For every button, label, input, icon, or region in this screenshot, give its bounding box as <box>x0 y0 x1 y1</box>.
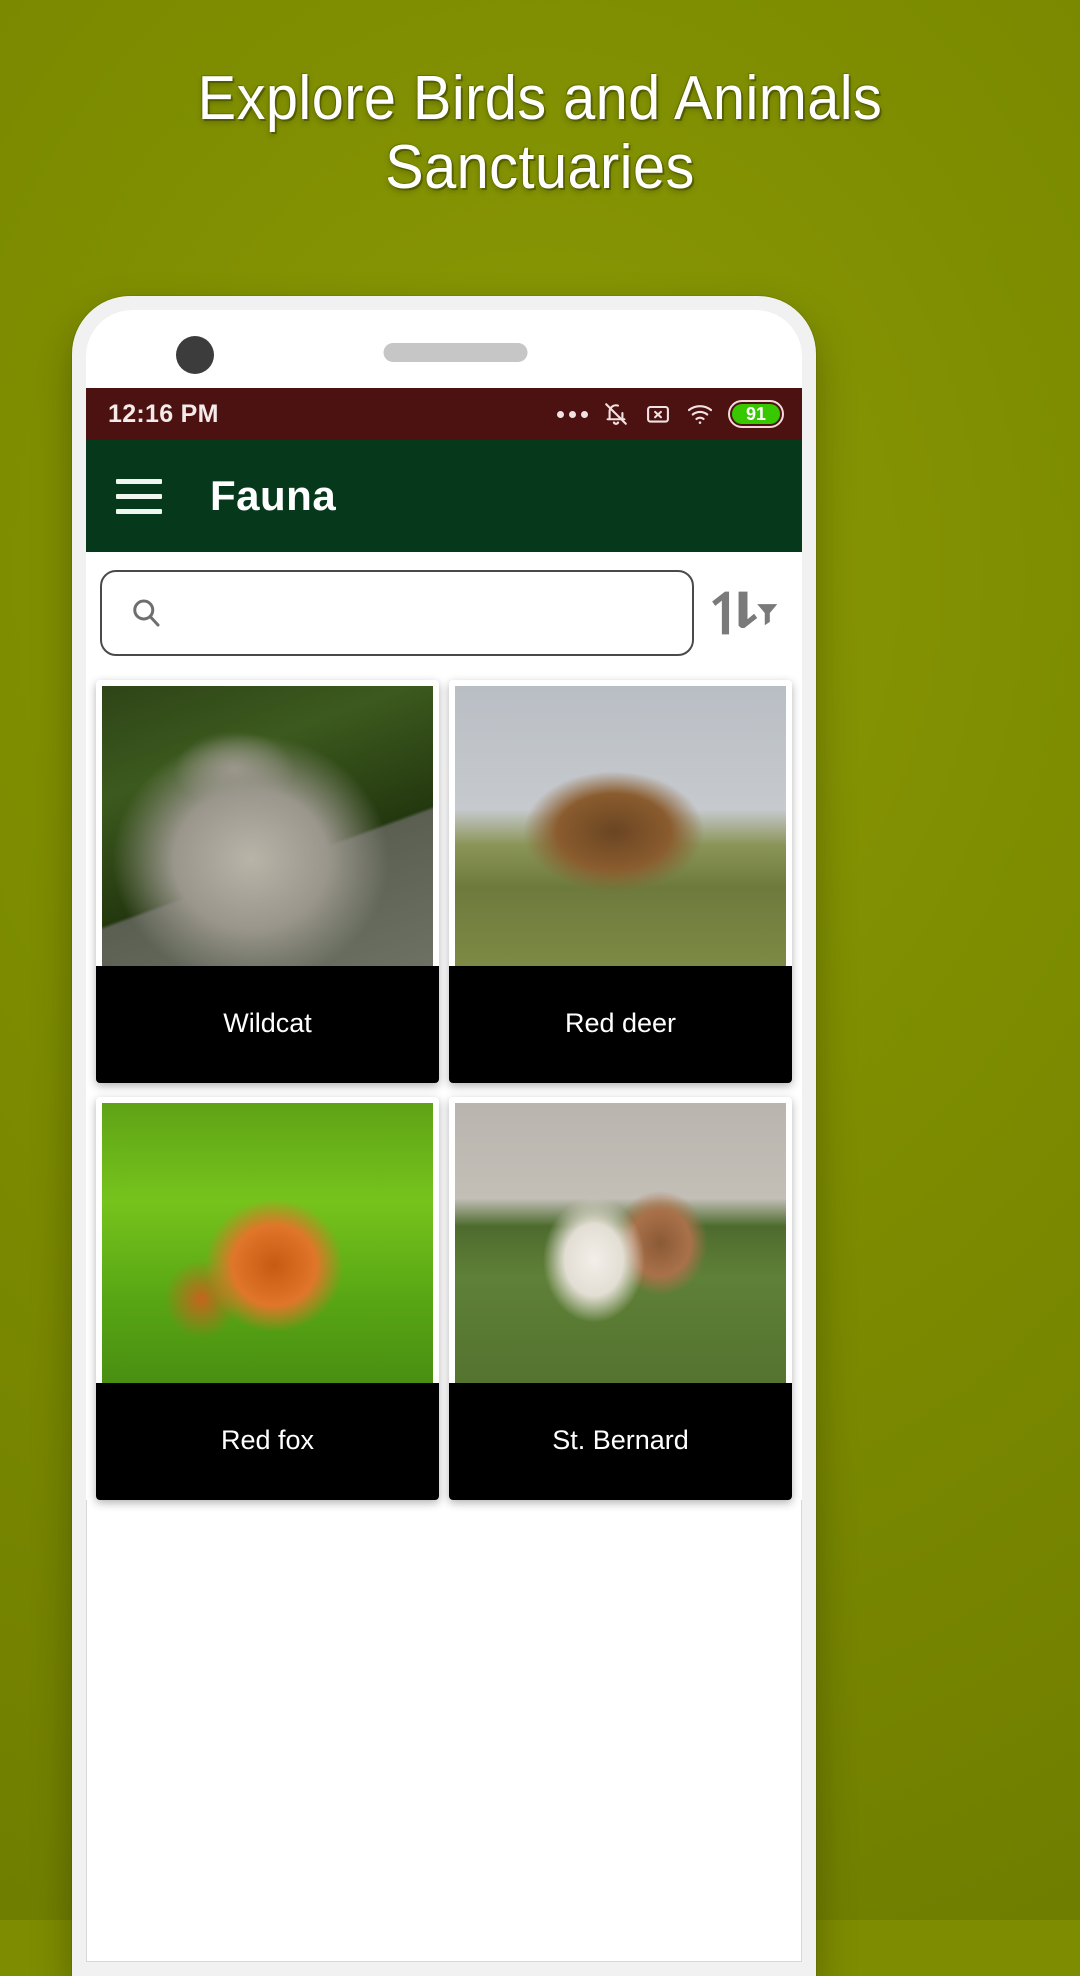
status-bar: 12:16 PM 91 <box>86 388 802 440</box>
card-st-bernard[interactable]: St. Bernard <box>449 1097 792 1500</box>
x-box-icon <box>644 400 672 428</box>
notifications-off-icon <box>602 400 630 428</box>
wildcat-photo <box>102 686 433 966</box>
card-label: Wildcat <box>96 966 439 1083</box>
search-icon <box>128 595 164 631</box>
animal-grid: Wildcat Red deer Red fox St. Bernard <box>86 670 802 1500</box>
sort-filter-icon[interactable] <box>702 577 786 649</box>
phone-notch <box>86 310 802 388</box>
card-label: St. Bernard <box>449 1383 792 1500</box>
wifi-icon <box>686 400 714 428</box>
red-fox-photo <box>102 1103 433 1383</box>
card-wildcat[interactable]: Wildcat <box>96 680 439 1083</box>
card-red-deer[interactable]: Red deer <box>449 680 792 1083</box>
search-input[interactable] <box>180 597 666 629</box>
red-deer-photo <box>455 686 786 966</box>
promo-headline-line-2: Sanctuaries <box>385 133 695 203</box>
card-label: Red fox <box>96 1383 439 1500</box>
camera-dot-icon <box>176 336 214 374</box>
more-dots-icon <box>557 410 588 418</box>
st-bernard-photo <box>455 1103 786 1383</box>
battery-percent: 91 <box>745 404 767 424</box>
search-row <box>86 552 802 670</box>
search-box[interactable] <box>100 570 694 656</box>
page-title: Fauna <box>210 472 337 519</box>
app-bar: Fauna <box>86 440 802 552</box>
promo-headline: Explore Birds and Animals Sanctuaries <box>38 64 1042 203</box>
card-label: Red deer <box>449 966 792 1083</box>
battery-icon: 91 <box>728 400 784 428</box>
phone-screen: 12:16 PM 91 Fauna Wildcat Red deer Red f… <box>86 310 802 1962</box>
hamburger-menu-icon[interactable] <box>116 478 162 514</box>
status-bar-clock: 12:16 PM <box>108 399 219 428</box>
promo-headline-line-1: Explore Birds and Animals <box>197 64 883 133</box>
speaker-grill-icon <box>383 343 528 362</box>
phone-mockup: 12:16 PM 91 Fauna Wildcat Red deer Red f… <box>72 296 816 1976</box>
status-bar-icons: 91 <box>557 400 784 428</box>
card-red-fox[interactable]: Red fox <box>96 1097 439 1500</box>
